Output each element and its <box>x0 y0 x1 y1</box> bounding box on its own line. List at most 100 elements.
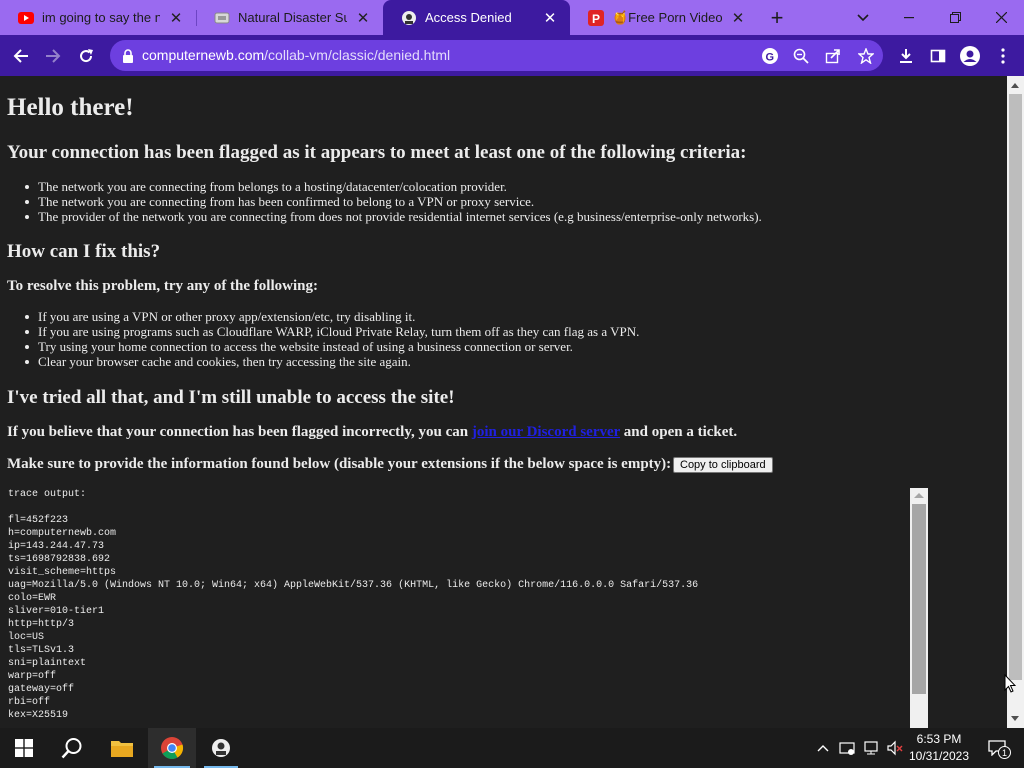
trace-output-box[interactable]: trace output: fl=452f223 h=computernewb.… <box>0 488 928 728</box>
chrome-icon <box>161 737 184 759</box>
volume-muted-icon[interactable] <box>885 738 905 758</box>
side-panel-button[interactable] <box>925 43 951 69</box>
discord-link[interactable]: join our Discord server <box>472 424 620 440</box>
list-item: The provider of the network you are conn… <box>25 209 762 224</box>
ticket-suffix: and open a ticket. <box>620 424 738 440</box>
list-item: The network you are connecting from belo… <box>25 179 762 194</box>
tab-title: im going to say the n w <box>42 10 160 25</box>
app-icon <box>212 739 230 757</box>
criteria-list: The network you are connecting from belo… <box>25 179 762 224</box>
network-icon[interactable] <box>861 738 881 758</box>
side-panel-icon <box>930 49 946 63</box>
tab-search-button[interactable] <box>840 0 886 35</box>
search-button[interactable] <box>48 728 96 768</box>
criteria-heading: Your connection has been flagged as it a… <box>7 142 747 163</box>
menu-button[interactable] <box>990 43 1016 69</box>
scrollbar-thumb[interactable] <box>1009 94 1022 680</box>
tab-access-denied[interactable]: Access Denied ✕ <box>383 0 570 35</box>
app-button[interactable] <box>198 728 244 768</box>
restore-icon <box>949 12 961 23</box>
copy-to-clipboard-button[interactable]: Copy to clipboard <box>673 457 773 473</box>
scroll-down-arrow-icon[interactable] <box>1011 716 1019 721</box>
taskbar-clock[interactable]: 6:53 PM 10/31/2023 <box>906 731 972 765</box>
close-icon[interactable]: ✕ <box>540 8 560 28</box>
fixes-list: If you are using a VPN or other proxy ap… <box>24 309 640 369</box>
tab-strip: im going to say the n w ✕ Natural Disast… <box>0 0 1024 35</box>
windows-icon <box>15 739 33 757</box>
download-icon <box>900 49 912 63</box>
tab-title: Natural Disaster Surviv <box>238 10 347 25</box>
list-item: Clear your browser cache and cookies, th… <box>24 354 639 369</box>
close-icon[interactable]: ✕ <box>166 8 186 28</box>
close-icon <box>995 12 1007 23</box>
file-explorer-button[interactable] <box>98 728 146 768</box>
still-heading: I've tried all that, and I'm still unabl… <box>7 387 455 408</box>
search-icon <box>61 738 82 759</box>
taskbar: 6:53 PM 10/31/2023 1 <box>0 728 1024 768</box>
google-icon[interactable]: G <box>760 46 780 66</box>
p-icon: P <box>588 9 604 26</box>
address-bar[interactable]: computernewb.com/collab-vm/classic/denie… <box>110 40 883 71</box>
list-item: The network you are connecting from has … <box>25 194 762 209</box>
fix-heading: How can I fix this? <box>7 241 161 262</box>
profile-button[interactable] <box>957 43 983 69</box>
collabvm-icon <box>401 10 417 26</box>
list-item: If you are using a VPN or other proxy ap… <box>24 309 639 324</box>
close-icon[interactable]: ✕ <box>728 8 748 28</box>
svg-text:G: G <box>766 52 775 64</box>
clock-date: 10/31/2023 <box>908 749 970 763</box>
restore-button[interactable] <box>932 0 978 35</box>
page-scrollbar[interactable] <box>1007 76 1024 728</box>
chevron-down-icon <box>857 13 869 21</box>
list-item: Try using your home connection to access… <box>24 339 639 354</box>
lock-icon[interactable] <box>122 48 134 67</box>
url-domain: computernewb.com <box>142 47 265 63</box>
scrollbar-thumb[interactable] <box>912 504 926 694</box>
start-button[interactable] <box>0 728 48 768</box>
resolve-heading: To resolve this problem, try any of the … <box>7 278 318 294</box>
tab-p[interactable]: P 🍯Free Porn Videos - ( ✕ <box>570 0 758 35</box>
security-icon[interactable] <box>837 738 857 758</box>
avatar-icon <box>960 46 980 66</box>
tab-youtube[interactable]: im going to say the n w ✕ <box>0 0 196 35</box>
ticket-text: If you believe that your connection has … <box>7 424 737 441</box>
scroll-up-arrow-icon[interactable] <box>1011 83 1019 88</box>
info-text: Make sure to provide the information fou… <box>7 456 672 472</box>
trace-scrollbar[interactable] <box>910 488 928 728</box>
arrow-left-icon <box>13 49 28 63</box>
roblox-icon <box>214 10 230 26</box>
page-heading: Hello there! <box>7 94 134 121</box>
chrome-button[interactable] <box>148 728 196 768</box>
close-icon[interactable]: ✕ <box>353 8 373 28</box>
minimize-button[interactable] <box>886 0 932 35</box>
url-path: /collab-vm/classic/denied.html <box>264 47 451 63</box>
notification-center-button[interactable]: 1 <box>982 738 1012 759</box>
mouse-cursor-icon <box>1004 673 1017 697</box>
close-window-button[interactable] <box>978 0 1024 35</box>
back-button[interactable] <box>8 43 34 69</box>
url-text[interactable]: computernewb.com/collab-vm/classic/denie… <box>142 47 450 63</box>
page-content: Hello there! Your connection has been fl… <box>0 76 1007 728</box>
arrow-right-icon <box>46 49 61 63</box>
forward-button[interactable] <box>40 43 66 69</box>
minimize-icon <box>904 16 914 18</box>
list-item: If you are using programs such as Cloudf… <box>24 324 640 339</box>
tab-roblox[interactable]: Natural Disaster Surviv ✕ <box>196 0 383 35</box>
reload-button[interactable] <box>73 43 99 69</box>
youtube-icon <box>18 10 34 26</box>
clock-time: 6:53 PM <box>916 732 962 746</box>
chevron-up-icon[interactable] <box>813 738 833 758</box>
tab-title: 🍯Free Porn Videos - ( <box>612 9 722 25</box>
new-tab-button[interactable]: + <box>764 5 790 31</box>
download-button[interactable] <box>893 43 919 69</box>
ticket-prefix: If you believe that your connection has … <box>7 424 472 440</box>
star-icon[interactable] <box>856 46 876 66</box>
zoom-icon[interactable] <box>791 46 811 66</box>
svg-text:P: P <box>592 12 600 26</box>
trace-output-text: trace output: fl=452f223 h=computernewb.… <box>8 489 699 721</box>
folder-icon <box>111 741 133 757</box>
notification-badge: 1 <box>998 746 1011 759</box>
scroll-up-arrow-icon[interactable] <box>914 493 924 498</box>
more-vert-icon <box>1001 48 1005 64</box>
share-icon[interactable] <box>823 46 843 66</box>
